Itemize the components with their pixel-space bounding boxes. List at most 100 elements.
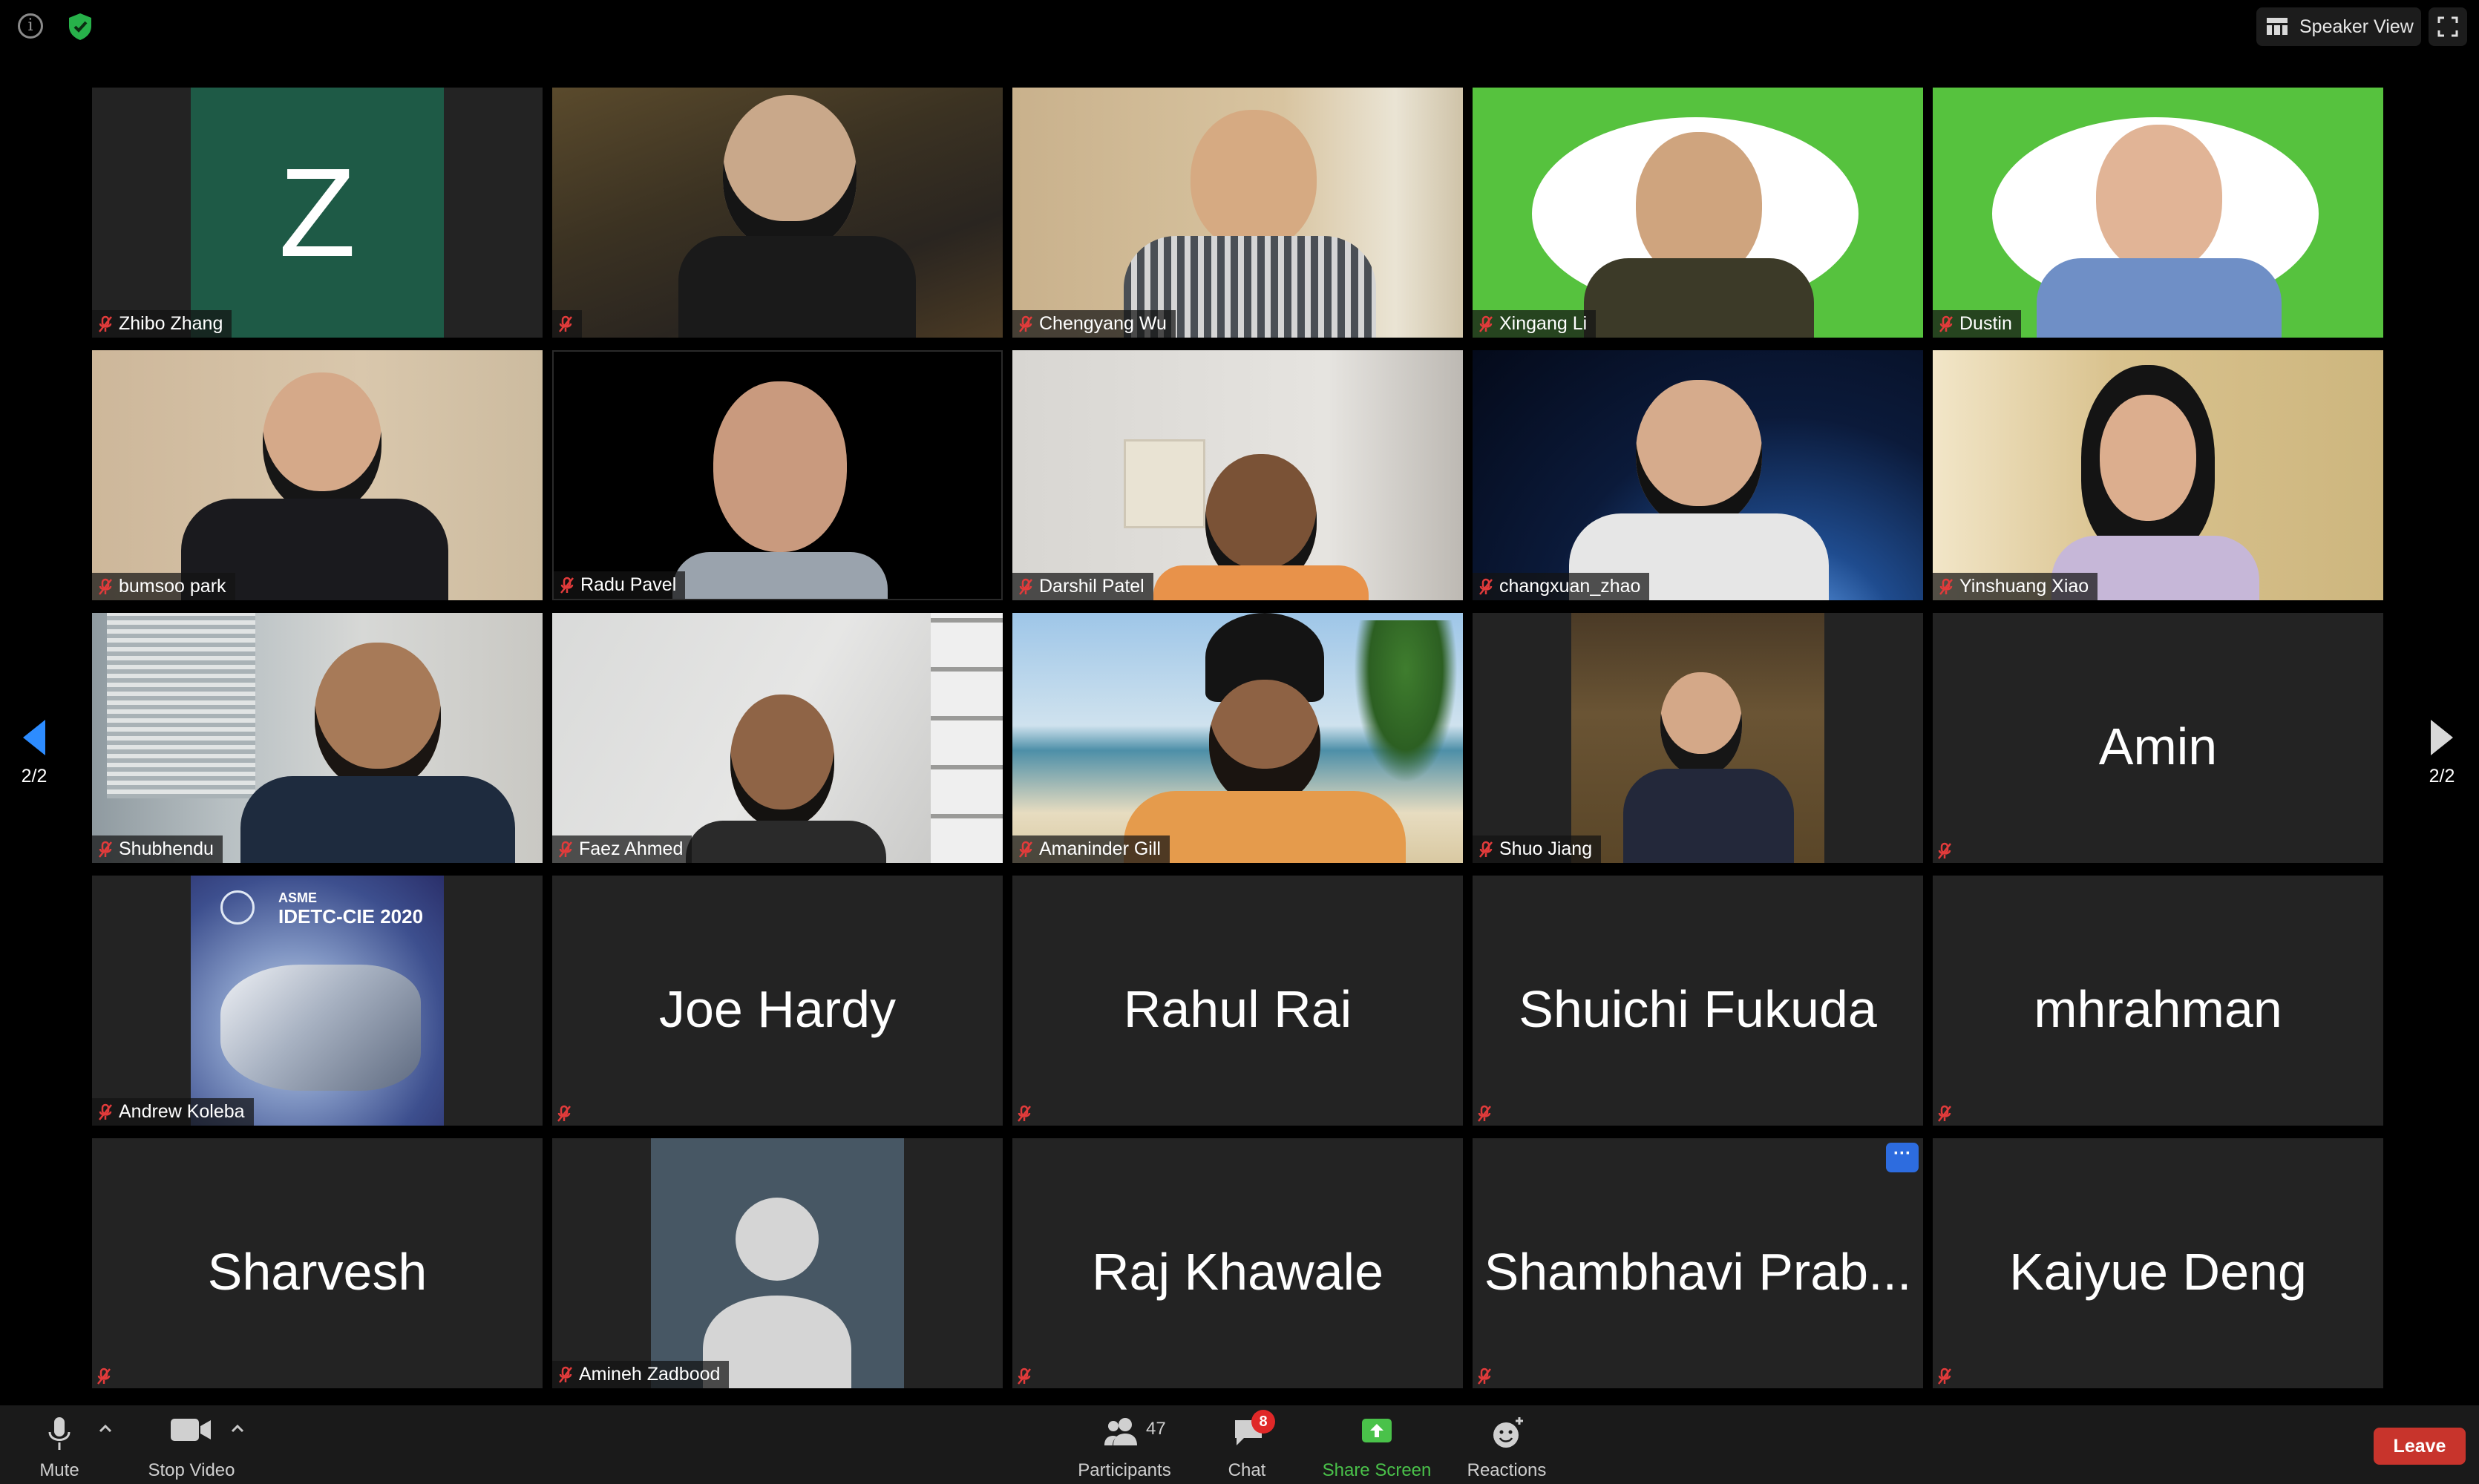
page-indicator: 2/2 [2429,766,2455,787]
participant-tile[interactable]: Amineh Zadbood [552,1138,1003,1388]
participant-tile[interactable]: mhrahman [1933,876,2383,1126]
participant-tile[interactable]: Shuichi Fukuda [1473,876,1923,1126]
muted-mic-icon [559,315,572,332]
video-feed [1012,350,1463,600]
name-label: Darshil Patel [1012,573,1153,600]
participant-tile[interactable]: bumsoo park [92,350,543,600]
participant-tile[interactable]: Yinshuang Xiao [1933,350,2383,600]
participant-tile[interactable]: ··· Shambhavi Prab... [1473,1138,1923,1388]
participant-display-name: Joe Hardy [658,980,897,1038]
person-body [240,776,515,863]
participant-tile[interactable]: Amin [1933,613,2383,863]
video-feed [1012,88,1463,338]
participant-name: Radu Pavel [580,574,677,595]
muted-mic-icon [1938,1105,1951,1122]
person-silhouette [1209,680,1320,806]
name-label: Andrew Koleba [92,1098,254,1126]
profile-photo [1571,613,1824,863]
participant-tile[interactable]: Chengyang Wu [1012,88,1463,338]
participant-tile[interactable]: Z Zhibo Zhang [92,88,543,338]
participants-button[interactable]: 47 Participants [1069,1414,1180,1481]
info-icon[interactable]: i [18,13,43,39]
participant-tile[interactable]: Amaninder Gill [1012,613,1463,863]
video-options-caret-icon[interactable] [230,1423,245,1434]
participants-count: 47 [1146,1419,1166,1439]
name-label: Dustin [1933,310,2021,338]
participant-tile[interactable]: Shuo Jiang [1473,613,1923,863]
participant-display-name: Raj Khawale [1092,1243,1383,1301]
participant-tile[interactable]: Darshil Patel [1012,350,1463,600]
smiley-reaction-icon [1493,1417,1523,1448]
name-label: Amaninder Gill [1012,835,1170,863]
name-label [552,310,582,338]
muted-mic-icon [1019,578,1032,595]
participant-tile[interactable]: Dustin [1933,88,2383,338]
muted-mic-icon [1479,315,1493,332]
person-body [686,821,886,863]
wall-map [1124,439,1205,528]
meeting-toolbar: Mute Stop Video 47 Participants 8 Chat S… [0,1405,2479,1484]
muted-mic-icon [99,315,112,332]
audio-options-caret-icon[interactable] [98,1423,113,1434]
participant-tile[interactable]: Xingang Li [1473,88,1923,338]
participant-tile[interactable] [552,88,1003,338]
name-label: Amineh Zadbood [552,1361,730,1388]
person-body [2037,258,2282,338]
muted-mic-icon [1478,1105,1491,1122]
participant-tile[interactable]: Joe Hardy [552,876,1003,1126]
encryption-shield-icon[interactable] [67,12,94,42]
initial-avatar: Z [191,88,444,338]
participant-name: Shuo Jiang [1499,838,1593,859]
speaker-view-button[interactable]: Speaker View [2256,7,2421,46]
person-silhouette [263,372,381,513]
participant-tile[interactable]: Shubhendu [92,613,543,863]
video-feed [552,613,1003,863]
name-label: Chengyang Wu [1012,310,1176,338]
muted-mic-icon [1478,1368,1491,1385]
participant-tile[interactable]: Sharvesh [92,1138,543,1388]
muted-mic-icon [1019,841,1032,858]
avatar-initial: Z [278,142,356,283]
leave-meeting-button[interactable]: Leave [2374,1428,2466,1465]
person-body [678,236,916,338]
reactions-button[interactable]: Reactions [1458,1414,1555,1481]
participant-tile[interactable]: Radu Pavel [552,350,1003,600]
participant-tile[interactable]: Raj Khawale [1012,1138,1463,1388]
muted-mic-icon [1939,315,1953,332]
more-options-button[interactable]: ··· [1886,1143,1919,1172]
muted-mic-icon [559,1366,572,1383]
participant-tile[interactable]: Rahul Rai [1012,876,1463,1126]
share-screen-button[interactable]: Share Screen [1314,1414,1440,1481]
participant-name: Shubhendu [119,838,214,859]
name-label: Radu Pavel [554,571,686,599]
participant-tile[interactable]: ASME IDETC-CIE 2020 Andrew Koleba [92,876,543,1126]
participant-name: Zhibo Zhang [119,313,223,334]
person-silhouette [1191,110,1317,251]
participant-tile[interactable]: Kaiyue Deng [1933,1138,2383,1388]
name-label: Faez Ahmed [552,835,692,863]
fullscreen-button[interactable] [2429,7,2467,46]
virtual-background [1933,88,2383,338]
video-feed [554,352,1001,599]
participant-display-name: mhrahman [2034,980,2282,1038]
participant-tile[interactable]: changxuan_zhao [1473,350,1923,600]
palm-tree [1354,620,1458,784]
conference-poster: ASME IDETC-CIE 2020 [191,876,444,1126]
name-label: Yinshuang Xiao [1933,573,2098,600]
participants-label: Participants [1078,1460,1171,1480]
participant-name: Amaninder Gill [1039,838,1161,859]
muted-mic-icon [559,841,572,858]
muted-mic-icon [560,577,574,594]
mute-button[interactable]: Mute [22,1414,96,1481]
microphone-icon [48,1417,71,1450]
video-feed [92,350,543,600]
person-silhouette [1660,672,1742,776]
previous-page-button[interactable]: 2/2 [12,718,56,789]
name-label: Shuo Jiang [1473,835,1602,863]
chat-button[interactable]: 8 Chat [1210,1410,1284,1481]
participant-tile[interactable]: Faez Ahmed [552,613,1003,863]
user-silhouette-icon [703,1198,851,1388]
person-silhouette [2100,395,2196,521]
poster-title: IDETC-CIE 2020 [278,905,424,928]
next-page-button[interactable]: 2/2 [2420,718,2464,789]
